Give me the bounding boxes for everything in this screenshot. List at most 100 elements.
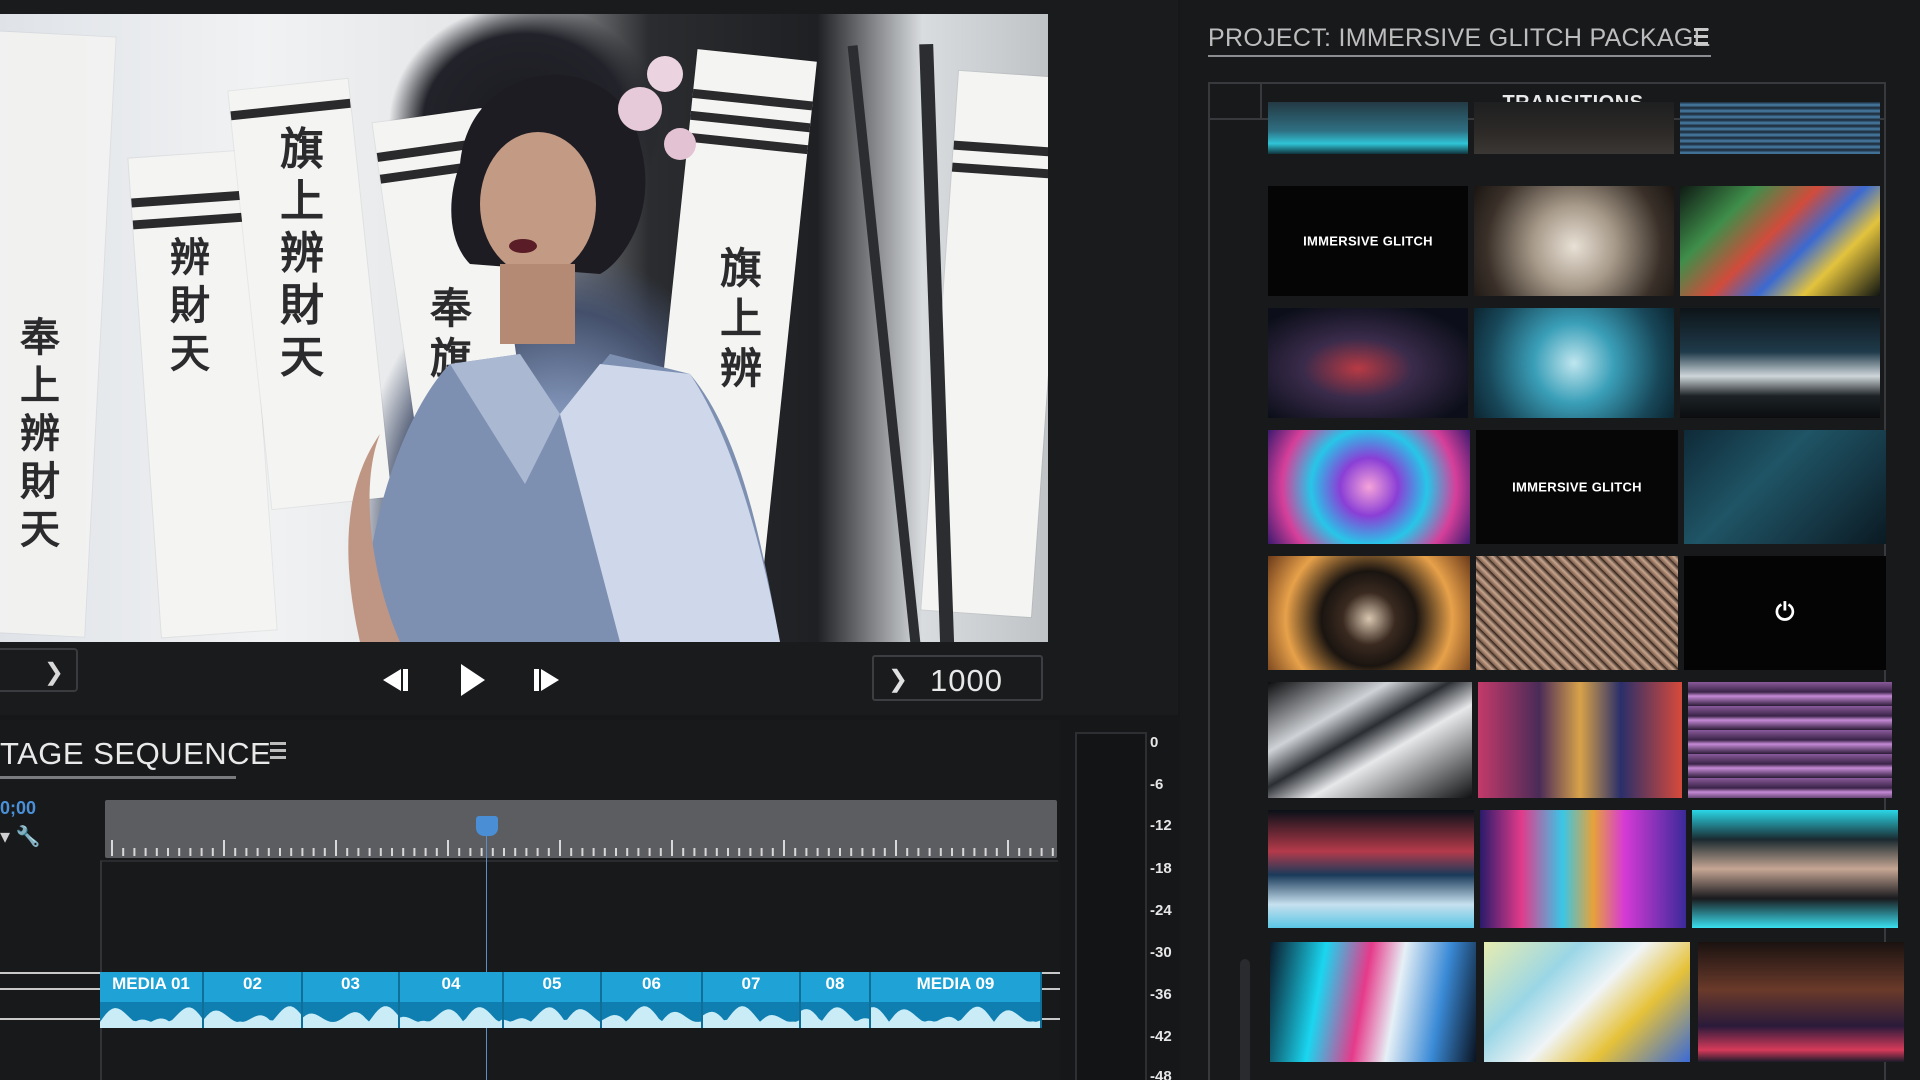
ruler-tick <box>895 840 897 856</box>
ruler-tick <box>917 848 920 856</box>
timeline-clip[interactable]: 03 <box>303 972 400 1028</box>
ruler-tick <box>178 848 181 856</box>
playhead-handle[interactable] <box>476 816 498 836</box>
transition-thumbnail[interactable] <box>1474 308 1674 418</box>
sequence-title: TAGE SEQUENCE <box>0 736 272 771</box>
ruler-tick <box>816 848 819 856</box>
ruler-tick <box>200 848 203 856</box>
ruler-tick <box>637 848 640 856</box>
transition-thumbnail[interactable] <box>1268 102 1468 154</box>
ruler-tick <box>861 848 864 856</box>
power-icon: ⏻ <box>1775 599 1795 626</box>
transition-thumbnail[interactable] <box>1484 942 1690 1062</box>
ruler-ticks <box>111 840 1054 856</box>
ruler-tick <box>995 848 998 856</box>
timeline-clip[interactable]: MEDIA 09 <box>871 972 1042 1028</box>
transition-thumbnail[interactable]: ⏻ <box>1684 556 1886 670</box>
timeline-clip[interactable]: 02 <box>204 972 303 1028</box>
ruler-tick <box>167 848 169 856</box>
transition-thumbnail[interactable] <box>1268 556 1470 670</box>
ruler-tick <box>559 840 561 856</box>
transition-thumbnail[interactable] <box>1688 682 1892 798</box>
transition-thumbnail[interactable] <box>1692 810 1898 928</box>
ruler-tick <box>794 848 797 856</box>
clip-label: 04 <box>441 974 461 993</box>
ruler-tick <box>279 848 281 856</box>
transition-thumbnail[interactable] <box>1268 430 1470 544</box>
video-preview[interactable]: 旗上辨財天 辨財天 奉上辨財天 奉旗 旗上辨 <box>0 14 1048 642</box>
ruler-tick <box>1018 848 1021 856</box>
waveform <box>703 1002 799 1028</box>
waveform <box>602 1002 701 1028</box>
step-forward-button[interactable] <box>526 660 570 700</box>
transition-thumbnail[interactable]: IMMERSIVE GLITCH <box>1268 186 1468 296</box>
frame-counter-field[interactable]: ❯ 1000 <box>872 655 1043 701</box>
ruler-tick <box>413 848 416 856</box>
frame-counter-value: 1000 <box>930 663 1003 698</box>
project-menu-icon[interactable] <box>1694 28 1708 49</box>
ruler-tick <box>682 848 685 856</box>
transition-thumbnail[interactable] <box>1268 810 1474 928</box>
timeline-clip[interactable]: 06 <box>602 972 703 1028</box>
transition-thumbnail[interactable] <box>1474 102 1674 154</box>
ruler-tick <box>547 848 550 856</box>
ruler-tick <box>615 848 617 856</box>
transition-thumbnail[interactable] <box>1268 308 1468 418</box>
waveform <box>504 1002 600 1028</box>
clip-label: 06 <box>642 974 661 993</box>
transition-thumbnail[interactable] <box>1680 186 1880 296</box>
play-button[interactable] <box>450 660 494 700</box>
ruler-tick <box>301 848 304 856</box>
transition-thumbnail[interactable] <box>1270 942 1476 1062</box>
timeline-clip[interactable]: 08 <box>801 972 871 1028</box>
transition-thumbnail[interactable] <box>1474 186 1674 296</box>
ruler-tick <box>727 848 729 856</box>
ruler-tick <box>223 840 225 856</box>
timeline-clip[interactable]: 05 <box>504 972 602 1028</box>
transition-thumbnail[interactable] <box>1680 308 1880 418</box>
timeline-clip[interactable]: 07 <box>703 972 801 1028</box>
db-label: -36 <box>1150 986 1172 1003</box>
ruler-tick <box>357 848 360 856</box>
timeline-track-area[interactable] <box>100 860 1058 1080</box>
transition-thumbnail[interactable] <box>1478 682 1682 798</box>
timeline-clip[interactable]: MEDIA 01 <box>100 972 204 1028</box>
ruler-tick <box>805 848 808 856</box>
timeline-clip[interactable]: 04 <box>400 972 504 1028</box>
sequence-timecode[interactable]: 0;00 <box>0 798 36 819</box>
ruler-tick <box>111 840 113 856</box>
ruler-tick <box>458 848 461 856</box>
transition-thumbnail[interactable]: IMMERSIVE GLITCH <box>1476 430 1678 544</box>
ruler-tick <box>211 848 214 856</box>
sequence-menu-icon[interactable] <box>270 742 286 763</box>
transition-thumbnail[interactable] <box>1480 810 1686 928</box>
ruler-tick <box>1040 848 1043 856</box>
transition-thumbnail[interactable] <box>1680 102 1880 154</box>
ruler-tick <box>648 848 651 856</box>
db-label: -6 <box>1150 776 1164 793</box>
wrench-icon[interactable]: ▾ 🔧 <box>0 824 41 849</box>
ruler-tick <box>951 848 953 856</box>
ruler-tick <box>435 848 438 856</box>
step-back-button[interactable] <box>372 660 416 700</box>
transition-thumbnail[interactable] <box>1476 556 1678 670</box>
transition-thumbnail[interactable] <box>1698 942 1904 1062</box>
ruler-tick <box>323 848 326 856</box>
ruler-tick <box>245 848 248 856</box>
ruler-tick <box>368 848 371 856</box>
clip-label: 07 <box>741 974 761 993</box>
time-ruler[interactable] <box>105 800 1057 858</box>
ruler-tick <box>693 848 696 856</box>
bin-scrollbar[interactable] <box>1240 959 1250 1080</box>
timecode-jump-box[interactable]: ❯ <box>0 648 78 692</box>
db-label: 0 <box>1150 734 1159 751</box>
ruler-tick <box>480 848 483 856</box>
ruler-tick <box>715 848 718 856</box>
waveform <box>400 1002 502 1028</box>
ruler-tick <box>760 848 763 856</box>
transition-thumbnail[interactable] <box>1684 430 1886 544</box>
ruler-tick <box>928 848 931 856</box>
video-editor-app: 旗上辨財天 辨財天 奉上辨財天 奉旗 旗上辨 ❯ ❯ 1000 TAGE SEQ… <box>0 0 1920 1080</box>
transition-thumbnail[interactable] <box>1268 682 1472 798</box>
playhead-line <box>486 830 487 1080</box>
